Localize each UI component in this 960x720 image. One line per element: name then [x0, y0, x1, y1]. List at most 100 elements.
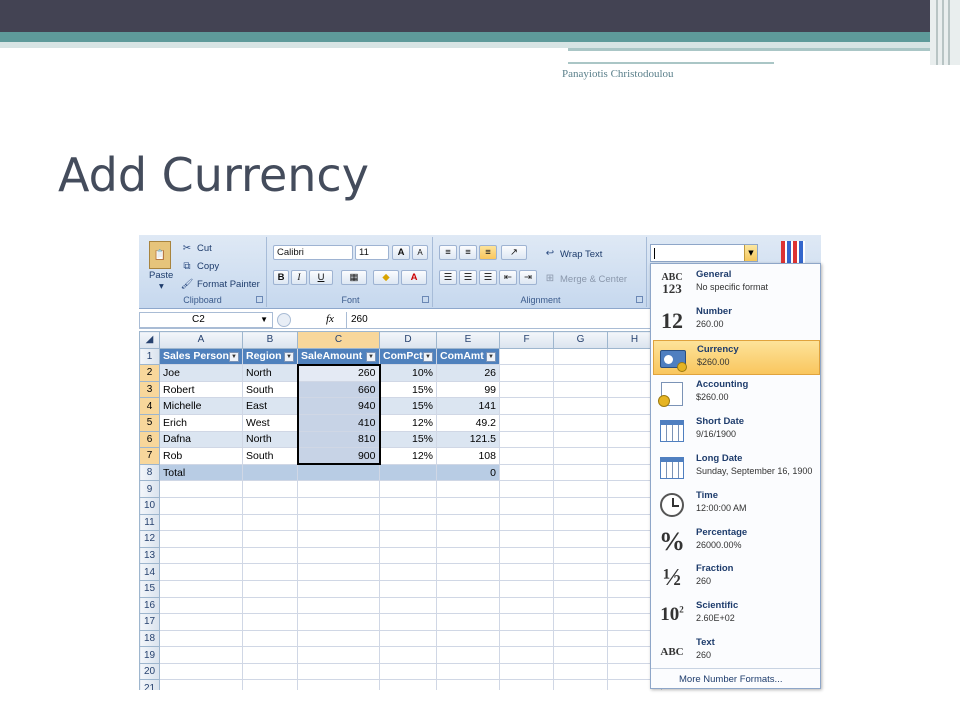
- row-header[interactable]: 16: [139, 596, 160, 615]
- cell[interactable]: [297, 496, 380, 515]
- merge-center-button[interactable]: Merge & Center: [560, 274, 627, 285]
- cell[interactable]: [242, 579, 298, 598]
- format-option-scientific[interactable]: 102 Scientific 2.60E+02: [653, 597, 820, 632]
- row-header[interactable]: 17: [139, 613, 160, 631]
- more-number-formats-link[interactable]: More Number Formats...: [679, 674, 782, 685]
- cell[interactable]: [242, 546, 298, 565]
- cell[interactable]: [379, 662, 437, 681]
- cell[interactable]: [436, 546, 500, 565]
- cell[interactable]: [297, 480, 380, 498]
- table-cell[interactable]: Erich: [159, 413, 243, 432]
- dialog-launcher-icon[interactable]: [256, 296, 263, 303]
- table-cell[interactable]: 660: [296, 380, 381, 399]
- cell[interactable]: [553, 430, 608, 449]
- row-header[interactable]: 18: [139, 629, 160, 648]
- borders-icon[interactable]: ▦: [341, 270, 367, 285]
- cell[interactable]: [436, 579, 500, 598]
- cell[interactable]: [297, 596, 380, 615]
- table-header-cell[interactable]: SaleAmount ▼: [297, 347, 380, 366]
- align-bottom-icon[interactable]: ≡: [479, 245, 497, 260]
- cell[interactable]: [499, 347, 554, 366]
- row-header[interactable]: 7: [139, 447, 160, 465]
- row-header[interactable]: 8: [139, 463, 160, 482]
- cell[interactable]: [499, 463, 554, 482]
- table-cell[interactable]: 26: [436, 364, 500, 382]
- format-option-short-date[interactable]: Short Date 9/16/1900: [653, 413, 820, 448]
- cell[interactable]: [297, 662, 380, 681]
- column-header[interactable]: A: [159, 331, 243, 349]
- shrink-font-icon[interactable]: A: [412, 245, 428, 260]
- row-header[interactable]: 9: [139, 480, 160, 498]
- cell[interactable]: [159, 563, 243, 581]
- cell[interactable]: [297, 613, 380, 631]
- table-cell[interactable]: 12%: [379, 413, 437, 432]
- cell[interactable]: [159, 629, 243, 648]
- cell[interactable]: [379, 579, 437, 598]
- cell[interactable]: [499, 530, 554, 548]
- format-option-number[interactable]: 12 Number 260.00: [653, 303, 820, 338]
- format-option-time[interactable]: Time 12:00:00 AM: [653, 487, 820, 522]
- cell[interactable]: [242, 679, 298, 690]
- column-header[interactable]: E: [436, 331, 500, 349]
- table-cell[interactable]: 810: [296, 430, 381, 449]
- format-painter-button[interactable]: Format Painter: [197, 279, 260, 290]
- total-cell[interactable]: [242, 463, 298, 482]
- cell[interactable]: [379, 530, 437, 548]
- cell[interactable]: [379, 629, 437, 648]
- paste-button[interactable]: Paste: [149, 270, 173, 281]
- cell[interactable]: [379, 513, 437, 532]
- table-cell[interactable]: South: [242, 447, 298, 465]
- format-option-accounting[interactable]: Accounting $260.00: [653, 376, 820, 411]
- align-top-icon[interactable]: ≡: [439, 245, 457, 260]
- cell[interactable]: [159, 546, 243, 565]
- cell[interactable]: [553, 563, 608, 581]
- orientation-icon[interactable]: ↗: [501, 245, 527, 260]
- italic-button[interactable]: I: [291, 270, 307, 285]
- cell[interactable]: [553, 380, 608, 399]
- filter-dropdown-icon[interactable]: ▼: [486, 352, 496, 363]
- row-header[interactable]: 5: [139, 413, 160, 432]
- format-option-percentage[interactable]: % Percentage 26000.00%: [653, 524, 820, 559]
- cell[interactable]: [553, 679, 608, 690]
- fill-color-icon[interactable]: ◆: [373, 270, 399, 285]
- table-cell[interactable]: Joe: [159, 364, 243, 382]
- cell[interactable]: [436, 596, 500, 615]
- cell[interactable]: [553, 613, 608, 631]
- paste-icon[interactable]: 📋: [149, 241, 171, 269]
- cell[interactable]: [159, 596, 243, 615]
- table-cell[interactable]: Dafna: [159, 430, 243, 449]
- cell[interactable]: [297, 546, 380, 565]
- row-header[interactable]: 3: [139, 380, 160, 399]
- cell[interactable]: [499, 579, 554, 598]
- cell[interactable]: [553, 579, 608, 598]
- cell[interactable]: [436, 480, 500, 498]
- cell[interactable]: [297, 530, 380, 548]
- cell[interactable]: [379, 546, 437, 565]
- cell[interactable]: [499, 596, 554, 615]
- table-cell[interactable]: East: [242, 397, 298, 415]
- total-cell[interactable]: [379, 463, 437, 482]
- cell[interactable]: [379, 596, 437, 615]
- cell[interactable]: [242, 513, 298, 532]
- cell[interactable]: [553, 364, 608, 382]
- cell[interactable]: [242, 496, 298, 515]
- cell[interactable]: [159, 613, 243, 631]
- table-cell[interactable]: 900: [296, 447, 381, 466]
- cell[interactable]: [242, 613, 298, 631]
- cell[interactable]: [553, 546, 608, 565]
- cell[interactable]: [499, 480, 554, 498]
- cell[interactable]: [499, 613, 554, 631]
- cell[interactable]: [436, 629, 500, 648]
- cell[interactable]: [499, 662, 554, 681]
- cell[interactable]: [297, 629, 380, 648]
- cell[interactable]: [436, 613, 500, 631]
- insert-function-button[interactable]: fx: [326, 313, 334, 325]
- row-header[interactable]: 10: [139, 496, 160, 515]
- font-size-select[interactable]: 11: [355, 245, 389, 260]
- align-right-icon[interactable]: ☰: [479, 270, 497, 285]
- wrap-text-button[interactable]: Wrap Text: [560, 249, 602, 260]
- select-all-corner[interactable]: ◢: [139, 331, 160, 349]
- format-option-text[interactable]: ABC Text 260: [653, 634, 820, 669]
- cell[interactable]: [499, 563, 554, 581]
- format-option-long-date[interactable]: Long Date Sunday, September 16, 1900: [653, 450, 820, 485]
